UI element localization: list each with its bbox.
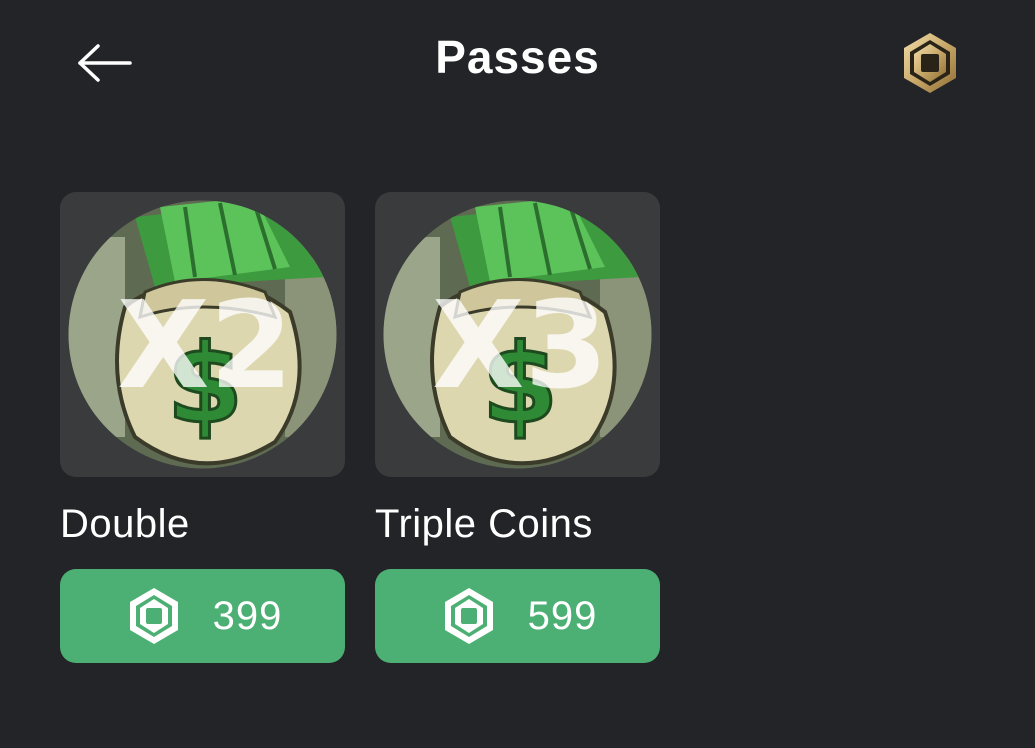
pass-name: Double — [60, 502, 190, 546]
passes-screen: Passes $ X2 Double 399 $ X3 Triple Coins… — [0, 0, 1035, 748]
buy-pass-button[interactable]: 399 — [60, 569, 345, 663]
pass-overlay-text: X2 — [117, 277, 293, 416]
robux-icon — [129, 588, 178, 644]
pass-name: Triple Coins — [375, 502, 593, 546]
buy-pass-button[interactable]: 599 — [375, 569, 660, 663]
pass-thumbnail[interactable]: $ X2 — [60, 192, 345, 477]
pass-card: $ X2 Double 399 — [60, 192, 345, 663]
pass-overlay-text: X3 — [432, 277, 608, 416]
robux-icon — [904, 33, 956, 93]
money-bag-icon: $ X2 — [68, 200, 337, 469]
pass-thumbnail[interactable]: $ X3 — [375, 192, 660, 477]
money-bag-icon: $ X3 — [383, 200, 652, 469]
robux-balance-button[interactable] — [895, 28, 965, 98]
pass-price: 399 — [212, 593, 283, 638]
pass-card: $ X3 Triple Coins 599 — [375, 192, 660, 663]
robux-icon — [444, 588, 493, 644]
page-title: Passes — [435, 31, 600, 83]
pass-price: 599 — [527, 593, 598, 638]
